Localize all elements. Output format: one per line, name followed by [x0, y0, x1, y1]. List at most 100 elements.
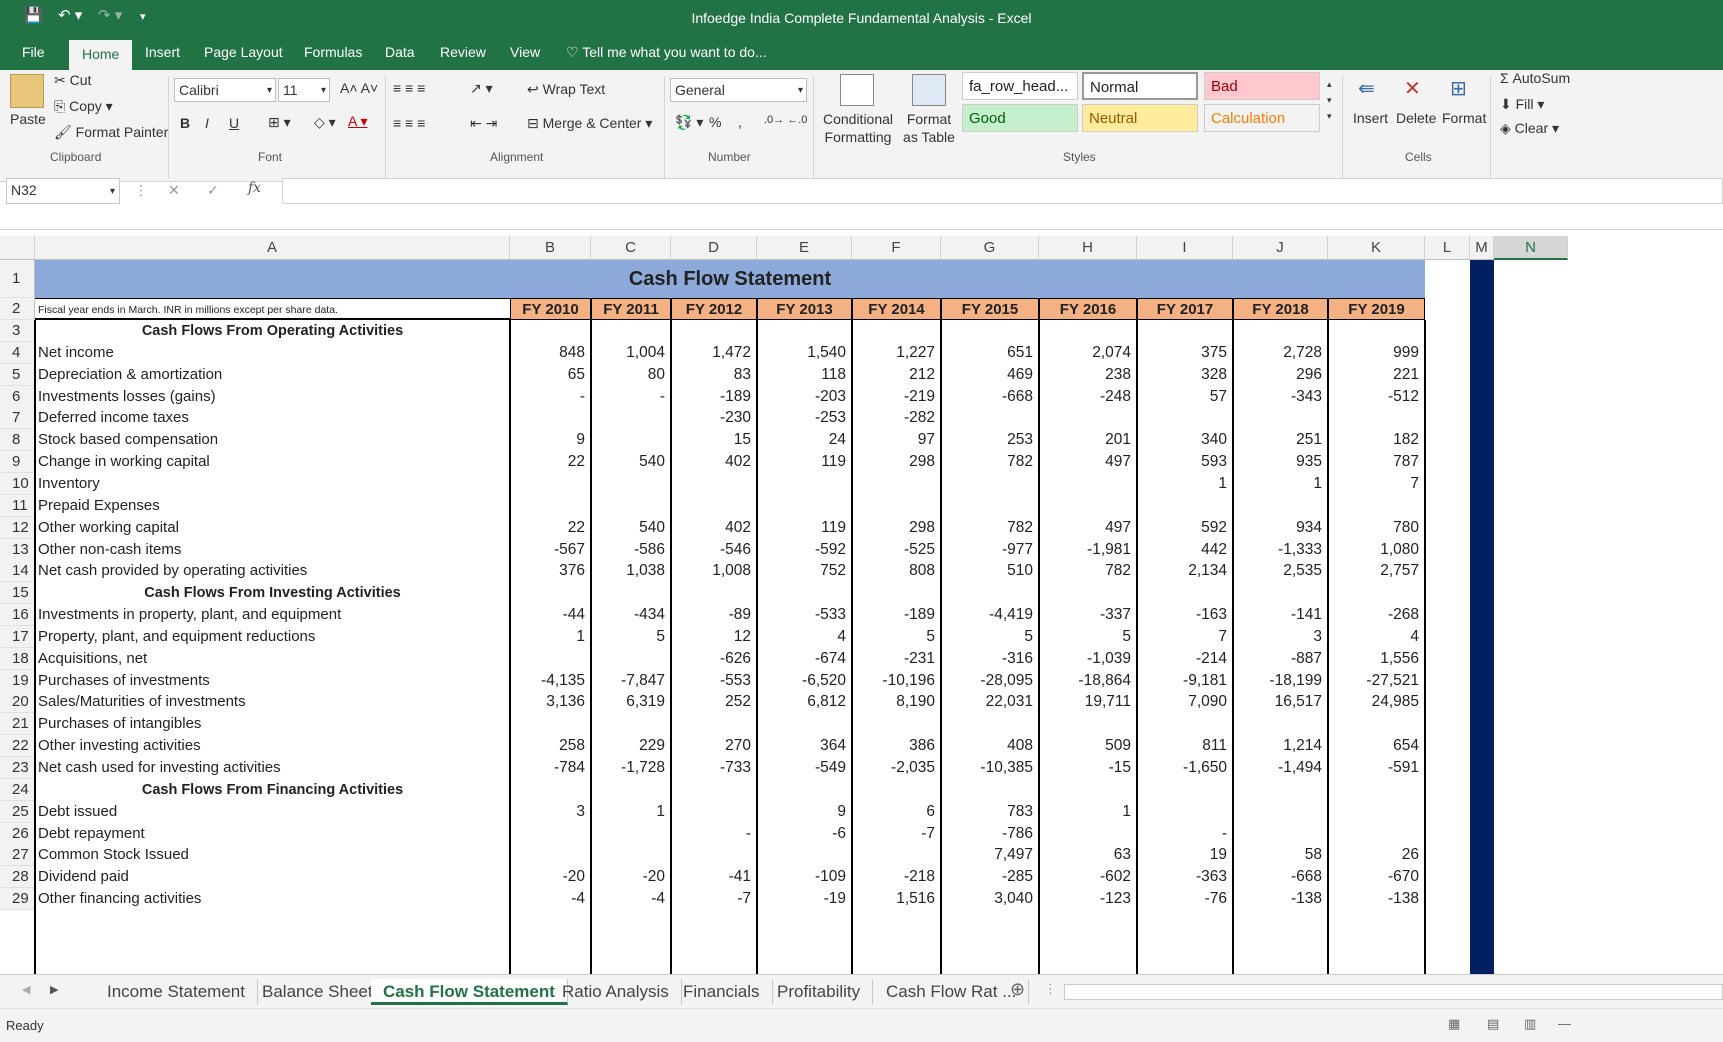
- value-cell[interactable]: 593: [1137, 451, 1233, 473]
- value-cell[interactable]: -567: [510, 539, 591, 561]
- normal-view-icon[interactable]: ▦: [1448, 1016, 1460, 1032]
- value-cell[interactable]: 782: [1039, 560, 1137, 582]
- underline-button[interactable]: U: [229, 115, 239, 131]
- value-cell[interactable]: -553: [671, 670, 757, 692]
- column-header-k[interactable]: K: [1328, 236, 1425, 260]
- select-all-corner[interactable]: [0, 236, 35, 260]
- bold-button[interactable]: B: [180, 115, 190, 131]
- row-header-8[interactable]: 8: [0, 429, 35, 452]
- value-cell[interactable]: 592: [1137, 517, 1233, 539]
- value-cell[interactable]: 298: [852, 451, 941, 473]
- row-header-19[interactable]: 19: [0, 669, 35, 692]
- value-cell[interactable]: -316: [941, 648, 1039, 670]
- value-cell[interactable]: 4: [757, 626, 852, 648]
- tab-file[interactable]: File: [22, 44, 45, 60]
- function-icon[interactable]: fx: [248, 180, 261, 196]
- value-cell[interactable]: -15: [1039, 757, 1137, 779]
- row-header-16[interactable]: 16: [0, 604, 35, 627]
- column-header-m[interactable]: M: [1470, 236, 1494, 260]
- column-header-d[interactable]: D: [671, 236, 757, 260]
- value-cell[interactable]: 402: [671, 517, 757, 539]
- font-name-select[interactable]: Calibri ▾: [174, 78, 276, 102]
- value-cell[interactable]: 442: [1137, 539, 1233, 561]
- value-cell[interactable]: -109: [757, 866, 852, 888]
- clear-button[interactable]: ◈ Clear ▾: [1500, 120, 1559, 137]
- value-cell[interactable]: 119: [757, 451, 852, 473]
- value-cell[interactable]: 12: [671, 626, 757, 648]
- borders-icon[interactable]: ⊞ ▾: [268, 114, 291, 131]
- value-cell[interactable]: -19: [757, 888, 852, 910]
- name-box[interactable]: N32 ▾: [6, 178, 120, 204]
- value-cell[interactable]: -9,181: [1137, 670, 1233, 692]
- value-cell[interactable]: 19: [1137, 844, 1233, 866]
- delete-button[interactable]: Delete: [1396, 110, 1436, 126]
- value-cell[interactable]: 540: [591, 517, 671, 539]
- cell-style-good[interactable]: Good: [962, 104, 1078, 132]
- cell-style-bad[interactable]: Bad: [1204, 72, 1320, 100]
- value-cell[interactable]: 118: [757, 364, 852, 386]
- paste-icon[interactable]: [10, 74, 44, 108]
- value-cell[interactable]: 808: [852, 560, 941, 582]
- gallery-scroll-icon[interactable]: ▴ ▾ ▾: [1327, 76, 1332, 124]
- row-header-24[interactable]: 24: [0, 778, 35, 801]
- percent-button[interactable]: %: [709, 114, 721, 130]
- tab-page-layout[interactable]: Page Layout: [204, 44, 283, 60]
- value-cell[interactable]: 935: [1233, 451, 1328, 473]
- value-cell[interactable]: -285: [941, 866, 1039, 888]
- value-cell[interactable]: 80: [591, 364, 671, 386]
- value-cell[interactable]: -546: [671, 539, 757, 561]
- column-header-n[interactable]: N: [1494, 236, 1568, 260]
- value-cell[interactable]: 97: [852, 429, 941, 451]
- tell-me-box[interactable]: ♡ Tell me what you want to do...: [566, 44, 767, 61]
- row-header-12[interactable]: 12: [0, 516, 35, 539]
- paste-button[interactable]: Paste: [10, 111, 46, 127]
- value-cell[interactable]: 2,728: [1233, 342, 1328, 364]
- value-cell[interactable]: -4: [510, 888, 591, 910]
- value-cell[interactable]: 1,556: [1328, 648, 1425, 670]
- row-header-2[interactable]: 2: [0, 298, 35, 320]
- row-header-13[interactable]: 13: [0, 538, 35, 561]
- tab-data[interactable]: Data: [385, 44, 415, 60]
- value-cell[interactable]: -337: [1039, 604, 1137, 626]
- value-cell[interactable]: 782: [941, 451, 1039, 473]
- value-cell[interactable]: -218: [852, 866, 941, 888]
- sheet-tab-balance-sheet[interactable]: Balance Sheet: [250, 979, 386, 1005]
- sheet-tab-cash-flow-statement[interactable]: Cash Flow Statement: [371, 979, 568, 1005]
- cell-style-normal[interactable]: Normal: [1082, 72, 1198, 100]
- enter-icon[interactable]: ✓: [207, 182, 219, 199]
- value-cell[interactable]: 2,757: [1328, 560, 1425, 582]
- value-cell[interactable]: -268: [1328, 604, 1425, 626]
- value-cell[interactable]: 364: [757, 735, 852, 757]
- value-cell[interactable]: 934: [1233, 517, 1328, 539]
- value-cell[interactable]: -41: [671, 866, 757, 888]
- row-header-10[interactable]: 10: [0, 472, 35, 495]
- value-cell[interactable]: -2,035: [852, 757, 941, 779]
- value-cell[interactable]: 253: [941, 429, 1039, 451]
- value-cell[interactable]: -20: [591, 866, 671, 888]
- format-painter-button[interactable]: 🖌 Format Painter: [54, 124, 168, 141]
- value-cell[interactable]: -230: [671, 407, 757, 429]
- value-cell[interactable]: 1,080: [1328, 539, 1425, 561]
- row-header-15[interactable]: 15: [0, 582, 35, 605]
- currency-icon[interactable]: 💱 ▾: [675, 114, 703, 131]
- value-cell[interactable]: -: [1137, 823, 1233, 845]
- value-cell[interactable]: 1: [591, 801, 671, 823]
- value-cell[interactable]: 3,040: [941, 888, 1039, 910]
- value-cell[interactable]: -20: [510, 866, 591, 888]
- worksheet-grid[interactable]: A B C D E F G H I J K L M N Cash Flow Statement Fiscal …: [0, 236, 1723, 974]
- value-cell[interactable]: -76: [1137, 888, 1233, 910]
- column-header-c[interactable]: C: [591, 236, 671, 260]
- column-header-f[interactable]: F: [852, 236, 941, 260]
- value-cell[interactable]: -786: [941, 823, 1039, 845]
- value-cell[interactable]: 65: [510, 364, 591, 386]
- value-cell[interactable]: 469: [941, 364, 1039, 386]
- value-cell[interactable]: -189: [852, 604, 941, 626]
- fill-color-icon[interactable]: ◇ ▾: [314, 114, 336, 131]
- number-format-select[interactable]: General ▾: [670, 78, 807, 102]
- value-cell[interactable]: -512: [1328, 386, 1425, 408]
- decimal-icons[interactable]: .0→ ←.0: [764, 114, 807, 126]
- insert-button[interactable]: Insert: [1353, 110, 1388, 126]
- orientation-icon[interactable]: ↗ ▾: [470, 80, 493, 97]
- value-cell[interactable]: 811: [1137, 735, 1233, 757]
- value-cell[interactable]: -7: [671, 888, 757, 910]
